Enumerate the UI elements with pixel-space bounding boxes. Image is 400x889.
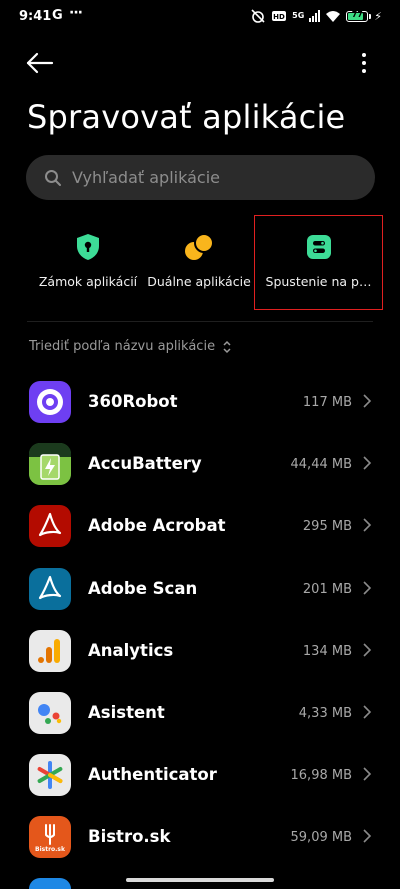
next-app-icon-partial xyxy=(29,878,71,889)
chevron-right-icon xyxy=(363,643,372,657)
svg-text:HD: HD xyxy=(273,13,285,21)
dual-apps-label: Duálne aplikácie xyxy=(147,274,251,289)
chevron-right-icon xyxy=(363,456,372,470)
app-name: 360Robot xyxy=(88,392,178,411)
feature-shortcuts: Zámok aplikácií Duálne aplikácie Spusten… xyxy=(26,215,386,310)
more-notifications-icon: ··· xyxy=(69,5,83,21)
app-name: Asistent xyxy=(88,702,165,722)
app-size: 295 MB xyxy=(302,519,352,535)
app-row-bistro[interactable]: Bistro.sk Bistro.sk 59,09 MB xyxy=(0,807,400,869)
sort-chevron-icon xyxy=(223,340,231,353)
autostart-button[interactable]: Spustenie na p… xyxy=(254,215,383,310)
app-row-adobe-acrobat[interactable]: Adobe Acrobat 295 MB xyxy=(0,496,400,558)
chevron-right-icon xyxy=(363,580,372,595)
chevron-right-icon xyxy=(363,394,372,408)
page-title: Spravovať aplikácie xyxy=(27,98,346,136)
status-bar: 9:41 G ··· HD 5G 77 ⚡ xyxy=(0,0,400,36)
alarm-off-icon xyxy=(251,9,265,23)
app-row-accubattery[interactable]: AccuBattery 44,44 MB xyxy=(0,434,400,496)
back-arrow-icon xyxy=(26,52,54,74)
google-notification-icon: G xyxy=(52,8,63,23)
app-size: 134 MB xyxy=(302,643,352,659)
home-indicator[interactable] xyxy=(126,878,274,882)
app-row-360robot[interactable]: 360Robot 117 MB xyxy=(0,372,400,434)
360robot-icon xyxy=(29,381,71,423)
app-lock-label: Zámok aplikácií xyxy=(38,274,138,289)
app-size: 4,33 MB xyxy=(298,705,352,721)
back-button[interactable] xyxy=(22,48,58,78)
autostart-label: Spustenie na p… xyxy=(265,274,372,289)
app-size: 16,98 MB xyxy=(290,768,352,784)
network-type-label: 5G xyxy=(292,11,305,20)
autostart-icon xyxy=(306,235,331,259)
charging-icon: ⚡ xyxy=(374,9,382,23)
app-row-adobe-scan[interactable]: Adobe Scan 201 MB xyxy=(0,559,400,621)
more-vertical-icon xyxy=(362,53,366,73)
divider xyxy=(27,321,373,322)
adobe-scan-icon xyxy=(29,567,71,610)
sort-label: Triediť podľa názvu aplikácie xyxy=(29,339,216,354)
battery-level: 77 xyxy=(351,9,363,19)
app-name: Adobe Acrobat xyxy=(88,516,226,536)
app-size: 201 MB xyxy=(302,581,352,597)
search-icon xyxy=(45,169,61,186)
chevron-right-icon xyxy=(363,829,372,843)
app-row-authenticator[interactable]: Authenticator 16,98 MB xyxy=(0,745,400,807)
app-lock-button[interactable]: Zámok aplikácií xyxy=(26,215,150,310)
app-list: 360Robot 117 MB AccuBattery 44,44 MB Ado… xyxy=(0,372,400,870)
app-name: AccuBattery xyxy=(88,454,202,474)
status-time: 9:41 xyxy=(19,9,52,24)
app-row-asistent[interactable]: Asistent 4,33 MB xyxy=(0,683,400,745)
chevron-right-icon xyxy=(363,705,372,719)
app-name: Bistro.sk xyxy=(88,827,171,847)
dual-circles-icon xyxy=(185,233,214,260)
app-name: Adobe Scan xyxy=(88,578,198,598)
more-options-button[interactable] xyxy=(354,48,374,78)
volte-icon: HD xyxy=(272,11,287,21)
app-row-analytics[interactable]: Analytics 134 MB xyxy=(0,621,400,683)
shield-lock-icon xyxy=(77,234,99,260)
chevron-right-icon xyxy=(363,767,372,781)
battery-icon: 77 xyxy=(346,9,369,22)
app-size: 117 MB xyxy=(302,395,352,410)
battery-tip xyxy=(369,13,372,19)
wifi-icon xyxy=(326,11,341,22)
bistro-icon: Bistro.sk xyxy=(29,816,71,859)
app-name: Analytics xyxy=(88,640,174,660)
status-icons: HD 5G 77 ⚡ xyxy=(250,9,382,23)
app-name: Authenticator xyxy=(88,765,217,785)
search-placeholder: Vyhľadať aplikácie xyxy=(72,168,220,187)
signal-icon xyxy=(309,10,321,22)
assistant-icon xyxy=(29,691,71,734)
chevron-right-icon xyxy=(363,518,372,532)
search-input[interactable]: Vyhľadať aplikácie xyxy=(26,155,375,200)
analytics-icon xyxy=(29,629,71,672)
app-size: 59,09 MB xyxy=(290,830,352,846)
accubattery-icon xyxy=(29,443,71,486)
dual-apps-button[interactable]: Duálne aplikácie xyxy=(137,215,261,310)
authenticator-icon xyxy=(29,754,71,797)
app-size: 44,44 MB xyxy=(290,457,352,473)
adobe-acrobat-icon xyxy=(29,505,71,548)
bistro-icon-text: Bistro.sk xyxy=(35,846,65,854)
sort-selector[interactable]: Triediť podľa názvu aplikácie xyxy=(29,339,233,354)
